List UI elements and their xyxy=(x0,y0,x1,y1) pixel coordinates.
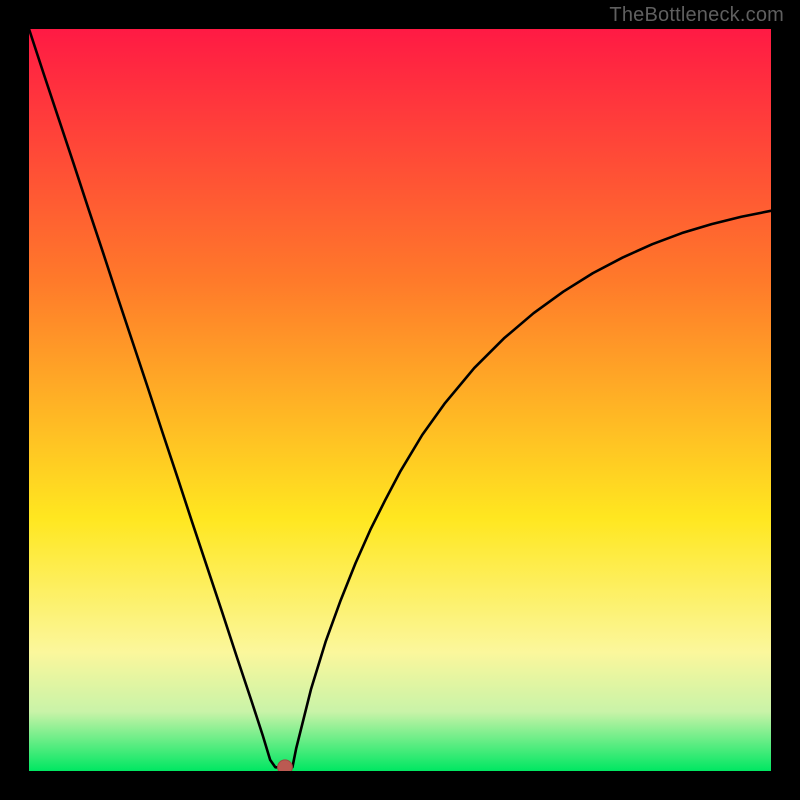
gradient-background xyxy=(29,29,771,771)
minimum-marker xyxy=(278,760,293,771)
plot-area xyxy=(29,29,771,771)
chart-svg xyxy=(29,29,771,771)
watermark-text: TheBottleneck.com xyxy=(609,4,784,27)
chart-stage: TheBottleneck.com xyxy=(0,0,800,800)
